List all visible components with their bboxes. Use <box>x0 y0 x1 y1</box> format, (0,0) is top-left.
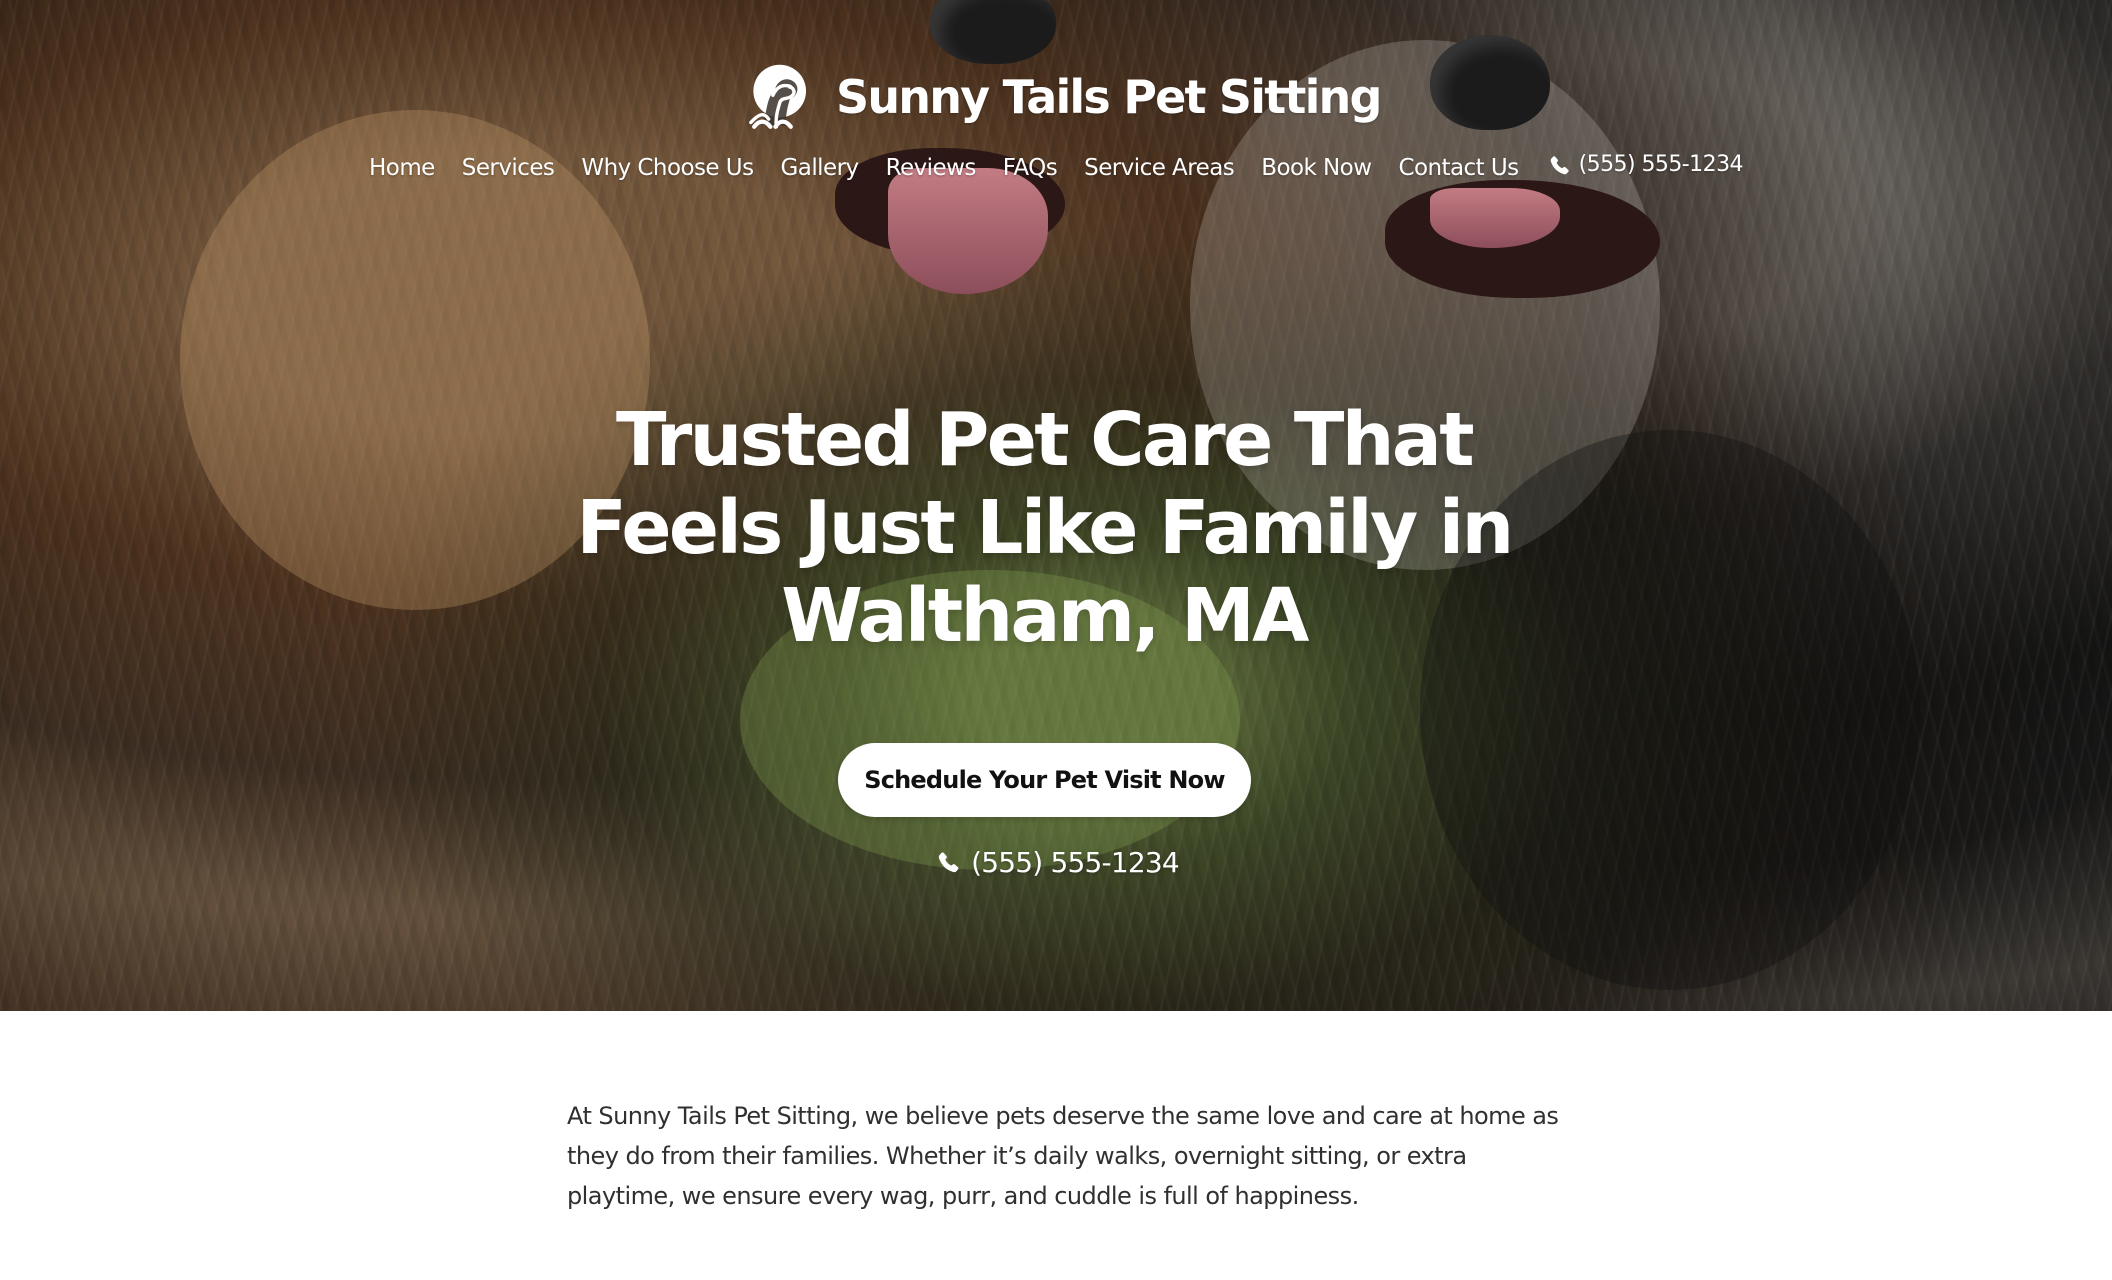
nav-book-now[interactable]: Book Now <box>1261 152 1372 184</box>
phone-icon <box>938 852 959 873</box>
nav-phone-link[interactable]: (555) 555-1234 <box>1549 149 1744 181</box>
hero-heading: Trusted Pet Care That Feels Just Like Fa… <box>576 397 1514 659</box>
nav-reviews[interactable]: Reviews <box>886 152 977 184</box>
left-dog-nose <box>930 0 1056 64</box>
nav-home[interactable]: Home <box>369 152 435 184</box>
nav-service-areas[interactable]: Service Areas <box>1084 152 1235 184</box>
main-navigation: Home Services Why Choose Us Gallery Revi… <box>369 148 1743 188</box>
site-title: Sunny Tails Pet Sitting <box>836 70 1382 124</box>
phone-icon <box>1550 156 1569 175</box>
schedule-pet-visit-button[interactable]: Schedule Your Pet Visit Now <box>838 743 1251 817</box>
nav-phone-number: (555) 555-1234 <box>1578 152 1744 177</box>
intro-paragraph: At Sunny Tails Pet Sitting, we believe p… <box>567 1102 1559 1210</box>
nav-faqs[interactable]: FAQs <box>1003 152 1058 184</box>
nav-gallery[interactable]: Gallery <box>781 152 860 184</box>
nav-contact-us[interactable]: Contact Us <box>1398 152 1519 184</box>
nav-why-choose-us[interactable]: Why Choose Us <box>581 152 754 184</box>
hero-phone-link[interactable]: (555) 555-1234 <box>928 842 1188 882</box>
nav-services[interactable]: Services <box>462 152 555 184</box>
right-dog-nose <box>1430 35 1550 130</box>
dog-logo-icon <box>749 64 807 129</box>
hero-section: Sunny Tails Pet Sitting Home Services Wh… <box>0 0 2112 1011</box>
hero-phone-number: (555) 555-1234 <box>971 845 1180 879</box>
site-brand[interactable]: Sunny Tails Pet Sitting <box>744 58 1382 136</box>
